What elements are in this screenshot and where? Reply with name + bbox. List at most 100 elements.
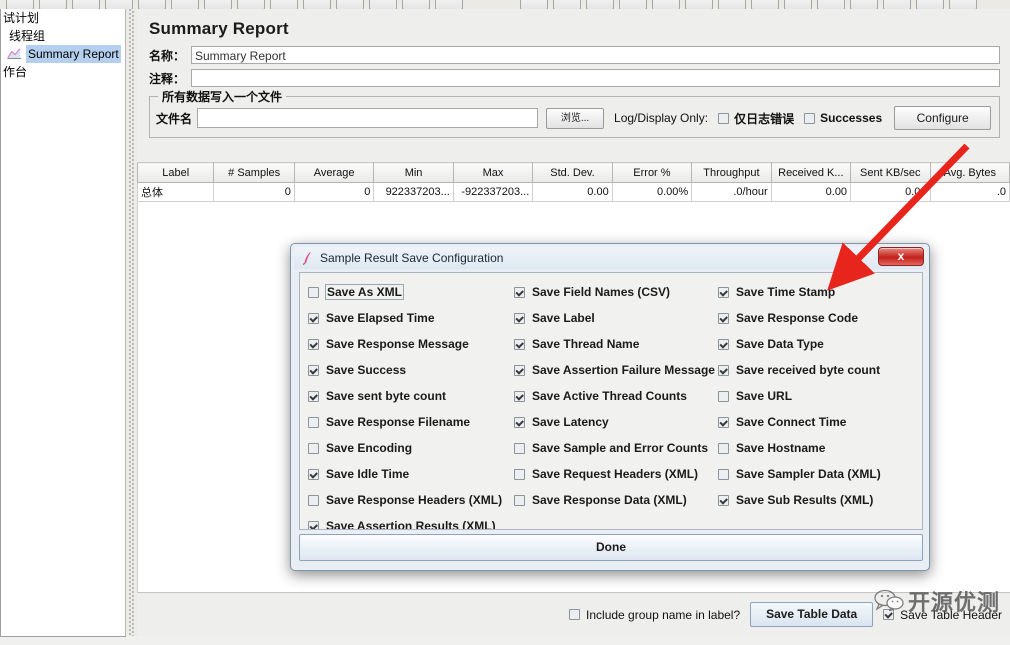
save-option-save-idle-time[interactable]: Save Idle Time (308, 461, 508, 487)
errors-only-checkbox[interactable]: 仅日志错误 (718, 110, 794, 127)
save-option-save-assertion-results-xml[interactable]: Save Assertion Results (XML) (308, 513, 508, 529)
save-option-label: Save received byte count (736, 363, 881, 377)
save-option-save-as-xml[interactable]: Save As XML (308, 279, 508, 305)
save-option-checkbox[interactable] (308, 390, 319, 402)
save-option-save-time-stamp[interactable]: Save Time Stamp (718, 279, 918, 305)
save-option-checkbox[interactable] (308, 312, 319, 324)
save-option-save-url[interactable]: Save URL (718, 383, 918, 409)
save-option-checkbox[interactable] (718, 390, 729, 402)
save-option-checkbox[interactable] (514, 416, 525, 428)
save-option-checkbox[interactable] (308, 442, 319, 454)
close-icon[interactable]: x (878, 247, 924, 266)
save-option-save-success[interactable]: Save Success (308, 357, 508, 383)
save-option-checkbox[interactable] (308, 416, 319, 428)
save-option-checkbox[interactable] (718, 494, 729, 506)
table-column-header[interactable]: Std. Dev. (532, 162, 613, 183)
save-option-save-hostname[interactable]: Save Hostname (718, 435, 918, 461)
save-option-checkbox[interactable] (514, 338, 525, 350)
save-option-save-sub-results-xml[interactable]: Save Sub Results (XML) (718, 487, 918, 513)
tree-item-线程组[interactable]: 线程组 (1, 27, 125, 45)
save-option-save-response-headers-xml[interactable]: Save Response Headers (XML) (308, 487, 508, 513)
save-option-save-connect-time[interactable]: Save Connect Time (718, 409, 918, 435)
comment-input[interactable] (191, 69, 1000, 87)
save-option-checkbox[interactable] (514, 442, 525, 454)
save-option-save-received-byte-count[interactable]: Save received byte count (718, 357, 918, 383)
save-option-checkbox[interactable] (514, 494, 525, 506)
table-column-header[interactable]: Avg. Bytes (929, 162, 1010, 183)
save-option-checkbox[interactable] (718, 468, 729, 480)
save-option-label: Save Encoding (326, 441, 413, 455)
done-button[interactable]: Done (299, 534, 923, 561)
save-option-save-data-type[interactable]: Save Data Type (718, 331, 918, 357)
save-option-checkbox[interactable] (308, 468, 319, 480)
save-option-checkbox[interactable] (308, 338, 319, 350)
save-option-save-sample-and-error-counts[interactable]: Save Sample and Error Counts (514, 435, 714, 461)
save-option-checkbox[interactable] (514, 390, 525, 402)
save-option-checkbox[interactable] (718, 338, 729, 350)
table-column-header[interactable]: Error % (611, 162, 693, 183)
table-cell: 922337203... (373, 182, 454, 202)
filename-label: 文件名 (156, 111, 193, 126)
save-option-checkbox[interactable] (308, 520, 319, 529)
save-option-checkbox[interactable] (308, 286, 319, 298)
save-option-save-response-data-xml[interactable]: Save Response Data (XML) (514, 487, 714, 513)
dialog-body: Save As XML Save Elapsed Time Save Respons… (299, 272, 923, 530)
save-option-checkbox[interactable] (718, 416, 729, 428)
errors-only-checkbox-box[interactable] (718, 112, 730, 124)
successes-checkbox[interactable]: Successes (804, 111, 882, 125)
table-column-header[interactable]: Received K... (770, 162, 852, 183)
save-option-checkbox[interactable] (514, 286, 525, 298)
table-column-header[interactable]: Throughput (691, 162, 772, 183)
save-option-checkbox[interactable] (514, 312, 525, 324)
tree-item-试计划[interactable]: 试计划 (1, 9, 125, 27)
save-option-label: Save Thread Name (532, 337, 640, 351)
save-option-checkbox[interactable] (308, 494, 319, 506)
tree-item-summary-report[interactable]: Summary Report (1, 45, 125, 63)
table-column-header[interactable]: Sent KB/sec (850, 162, 931, 183)
dialog-title: Sample Result Save Configuration (320, 251, 504, 265)
save-option-checkbox[interactable] (514, 468, 525, 480)
save-option-save-sent-byte-count[interactable]: Save sent byte count (308, 383, 508, 409)
save-option-checkbox[interactable] (718, 286, 729, 298)
save-option-checkbox[interactable] (718, 312, 729, 324)
name-input[interactable]: Summary Report (191, 46, 1000, 64)
save-option-save-field-names-csv[interactable]: Save Field Names (CSV) (514, 279, 714, 305)
save-option-save-sampler-data-xml[interactable]: Save Sampler Data (XML) (718, 461, 918, 487)
table-cell: 0.00 (850, 182, 931, 202)
save-option-save-response-filename[interactable]: Save Response Filename (308, 409, 508, 435)
test-plan-tree[interactable]: 试计划 线程组 Summary Report 作台 (0, 9, 126, 637)
save-option-save-latency[interactable]: Save Latency (514, 409, 714, 435)
filename-input[interactable] (197, 108, 539, 128)
save-option-save-response-code[interactable]: Save Response Code (718, 305, 918, 331)
table-column-header[interactable]: Average (293, 162, 375, 183)
save-option-checkbox[interactable] (514, 364, 525, 376)
results-table-header-row[interactable]: Label # Samples Average Min Max Std. Dev. Erro… (137, 162, 1010, 183)
save-option-save-request-headers-xml[interactable]: Save Request Headers (XML) (514, 461, 714, 487)
tree-item-作台[interactable]: 作台 (1, 63, 125, 81)
table-column-header[interactable]: Max (452, 162, 534, 183)
dialog-titlebar[interactable]: Sample Result Save Configuration x (294, 247, 926, 269)
results-table-body: 总体 0 0 922337203... -922337203... 0.00 0.00% .0… (137, 182, 1010, 202)
save-option-save-response-message[interactable]: Save Response Message (308, 331, 508, 357)
include-group-name-checkbox-box[interactable] (569, 609, 581, 620)
save-option-save-elapsed-time[interactable]: Save Elapsed Time (308, 305, 508, 331)
save-table-data-button[interactable]: Save Table Data (750, 602, 874, 627)
save-option-label: Save Success (326, 363, 407, 377)
browse-button[interactable]: 浏览... (546, 107, 605, 129)
save-option-label: Save Response Filename (326, 415, 471, 429)
table-column-header[interactable]: Min (373, 162, 454, 183)
save-option-save-assertion-failure-message[interactable]: Save Assertion Failure Message (514, 357, 715, 383)
save-option-save-thread-name[interactable]: Save Thread Name (514, 331, 714, 357)
include-group-name-checkbox[interactable]: Include group name in label? (569, 608, 740, 622)
successes-checkbox-box[interactable] (804, 112, 816, 124)
table-column-header[interactable]: Label (137, 162, 215, 183)
table-column-header[interactable]: # Samples (213, 162, 295, 183)
save-option-save-label[interactable]: Save Label (514, 305, 714, 331)
table-row[interactable]: 总体 0 0 922337203... -922337203... 0.00 0.00% .0… (137, 182, 1010, 202)
save-option-checkbox[interactable] (308, 364, 319, 376)
save-option-checkbox[interactable] (718, 442, 729, 454)
configure-button[interactable]: Configure (894, 106, 992, 130)
save-option-save-encoding[interactable]: Save Encoding (308, 435, 508, 461)
save-option-checkbox[interactable] (718, 364, 729, 376)
save-option-save-active-thread-counts[interactable]: Save Active Thread Counts (514, 383, 714, 409)
